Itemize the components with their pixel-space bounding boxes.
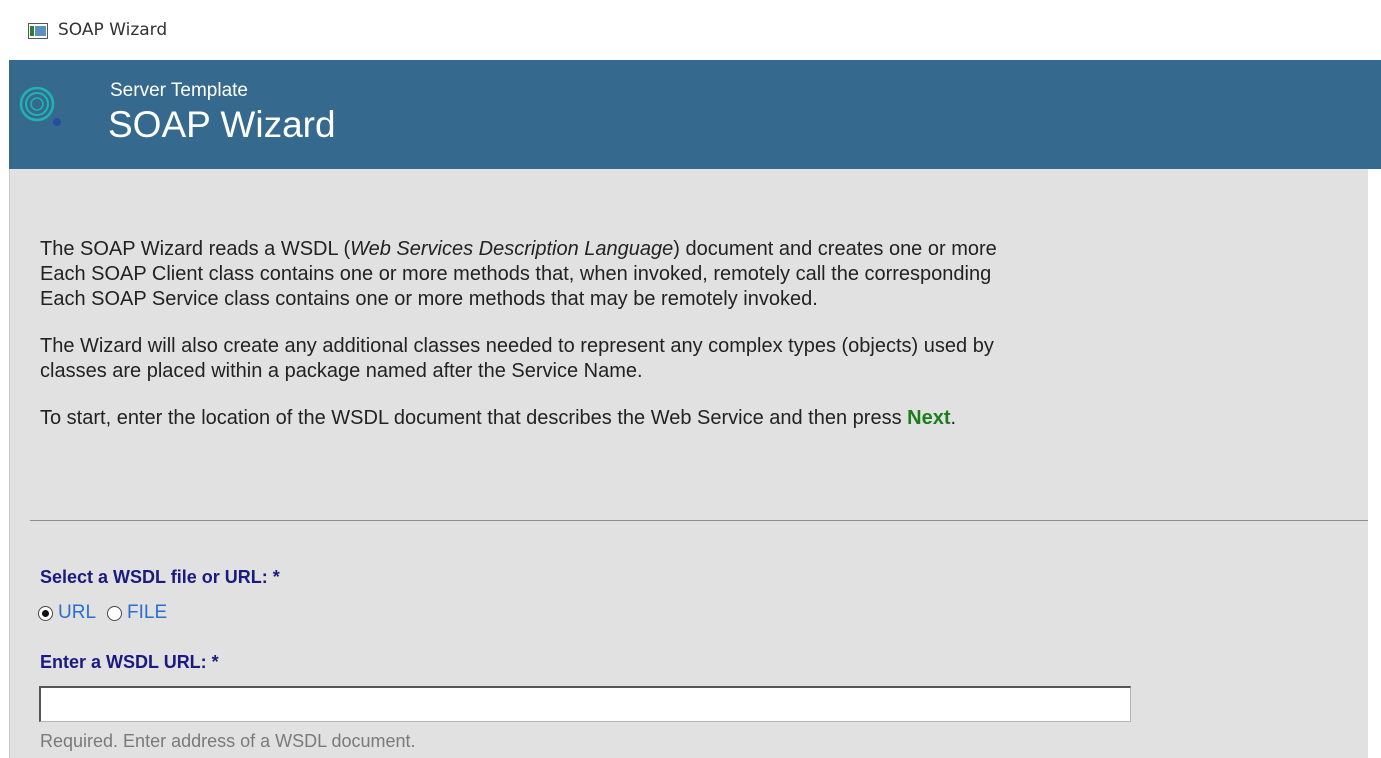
wsdl-source-radio-group: URL FILE	[38, 602, 178, 624]
url-radio[interactable]	[38, 605, 53, 621]
url-radio-label[interactable]: URL	[58, 602, 96, 624]
app-window-icon	[28, 23, 48, 39]
header-subtitle: Server Template	[110, 80, 248, 101]
intro-line: classes are placed within a package name…	[40, 360, 643, 382]
wizard-content: The SOAP Wizard reads a WSDL (Web Servic…	[9, 169, 1369, 758]
soap-wizard-window: SOAP Wizard Server Template SOAP Wizard …	[0, 0, 1381, 758]
wsdl-url-input[interactable]	[39, 686, 1131, 722]
magnifier-logo-icon	[19, 86, 61, 126]
wsdl-url-label: Enter a WSDL URL: *	[40, 652, 219, 672]
window-right-edge	[1368, 169, 1381, 758]
intro-line: To start, enter the location of the WSDL…	[40, 406, 1369, 431]
header-banner: Server Template SOAP Wizard	[9, 60, 1381, 169]
intro-paragraph-3: To start, enter the location of the WSDL…	[40, 406, 1369, 431]
intro-text-segment: .	[950, 407, 957, 429]
file-radio-label[interactable]: FILE	[127, 602, 167, 624]
intro-text-segment: To start, enter the location of the WSDL…	[40, 407, 908, 429]
intro-paragraph-2: The Wizard will also create any addition…	[40, 334, 1369, 384]
window-title: SOAP Wizard	[58, 20, 168, 40]
intro-line: Each SOAP Service class contains one or …	[40, 288, 818, 310]
wsdl-definition: Web Services Description Language	[350, 238, 674, 260]
header-title: SOAP Wizard	[108, 104, 336, 145]
window-titlebar: SOAP Wizard	[0, 0, 1381, 60]
intro-line: The Wizard will also create any addition…	[40, 335, 994, 357]
section-divider	[30, 520, 1369, 521]
intro-line: Each SOAP Client class contains one or m…	[40, 263, 992, 285]
intro-text: The SOAP Wizard reads a WSDL (Web Servic…	[40, 237, 1369, 453]
intro-paragraph-1: The SOAP Wizard reads a WSDL (Web Servic…	[40, 237, 1369, 312]
wsdl-source-label: Select a WSDL file or URL: *	[40, 567, 280, 587]
next-keyword: Next	[907, 407, 951, 429]
intro-text-segment: The SOAP Wizard reads a WSDL (	[40, 238, 351, 260]
intro-line: The SOAP Wizard reads a WSDL (Web Servic…	[40, 237, 1369, 262]
file-radio[interactable]	[107, 605, 123, 621]
intro-text-segment: ) document and creates one or more	[673, 238, 997, 260]
wsdl-url-hint: Required. Enter address of a WSDL docume…	[40, 731, 416, 751]
